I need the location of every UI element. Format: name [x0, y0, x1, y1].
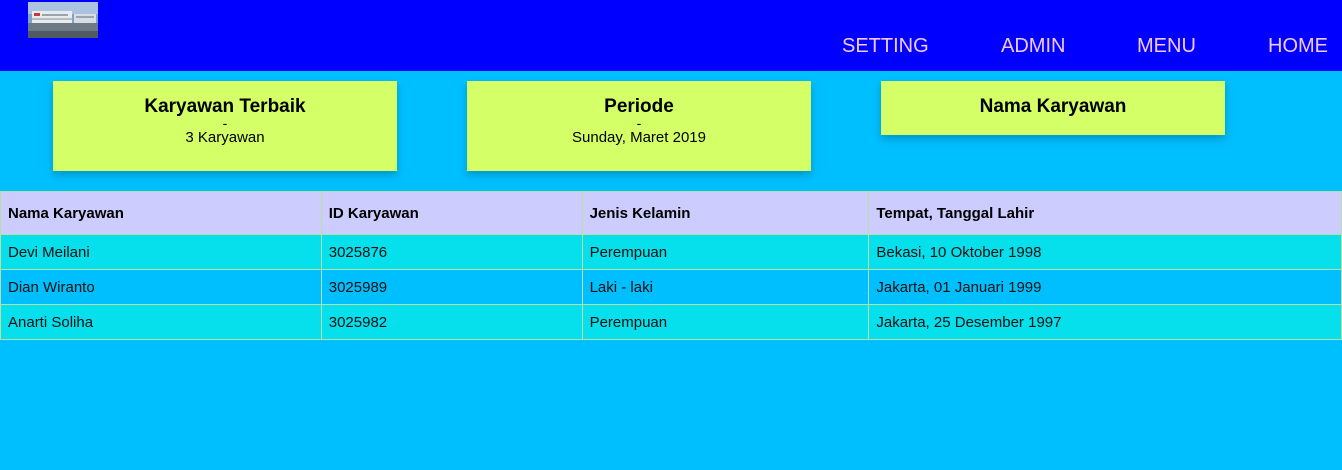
cell-gender: Perempuan	[581, 234, 870, 270]
table-row: Devi Meilani 3025876 Perempuan Bekasi, 1…	[0, 234, 1342, 270]
table-row: Anarti Soliha 3025982 Perempuan Jakarta,…	[0, 304, 1342, 340]
top-navbar: SETTING ADMIN MENU HOME	[0, 0, 1342, 71]
cell-name: Anarti Soliha	[0, 304, 322, 340]
cell-id: 3025982	[320, 304, 583, 340]
cell-birth: Jakarta, 25 Desember 1997	[868, 304, 1342, 340]
card-period: Periode - Sunday, Maret 2019	[467, 81, 811, 171]
card-subtitle: 3 Karyawan	[185, 129, 265, 146]
cell-gender: Laki - laki	[581, 269, 870, 305]
cell-birth: Bekasi, 10 Oktober 1998	[868, 234, 1342, 270]
card-employee-name: Nama Karyawan	[881, 81, 1225, 135]
column-header-name: Nama Karyawan	[0, 191, 322, 235]
cell-name: Devi Meilani	[0, 234, 322, 270]
cell-gender: Perempuan	[581, 304, 870, 340]
column-header-id: ID Karyawan	[320, 191, 583, 235]
column-header-birth: Tempat, Tanggal Lahir	[868, 191, 1342, 235]
card-best-employees: Karyawan Terbaik - 3 Karyawan	[53, 81, 397, 171]
employee-table: Nama Karyawan ID Karyawan Jenis Kelamin …	[0, 191, 1342, 340]
cell-birth: Jakarta, 01 Januari 1999	[868, 269, 1342, 305]
nav-setting-link[interactable]: SETTING	[842, 35, 929, 58]
card-separator: -	[222, 115, 228, 131]
nav-menu-link[interactable]: MENU	[1137, 35, 1196, 58]
cell-id: 3025876	[320, 234, 583, 270]
cell-id: 3025989	[320, 269, 583, 305]
nav-admin-link[interactable]: ADMIN	[1001, 35, 1065, 58]
card-subtitle: Sunday, Maret 2019	[572, 129, 706, 146]
table-header-row: Nama Karyawan ID Karyawan Jenis Kelamin …	[0, 191, 1342, 235]
table-row: Dian Wiranto 3025989 Laki - laki Jakarta…	[0, 269, 1342, 305]
cell-name: Dian Wiranto	[0, 269, 322, 305]
column-header-gender: Jenis Kelamin	[581, 191, 870, 235]
nav-home-link[interactable]: HOME	[1268, 35, 1328, 58]
card-separator: -	[636, 115, 642, 131]
card-title: Nama Karyawan	[979, 96, 1127, 117]
logo-image[interactable]	[28, 2, 98, 38]
